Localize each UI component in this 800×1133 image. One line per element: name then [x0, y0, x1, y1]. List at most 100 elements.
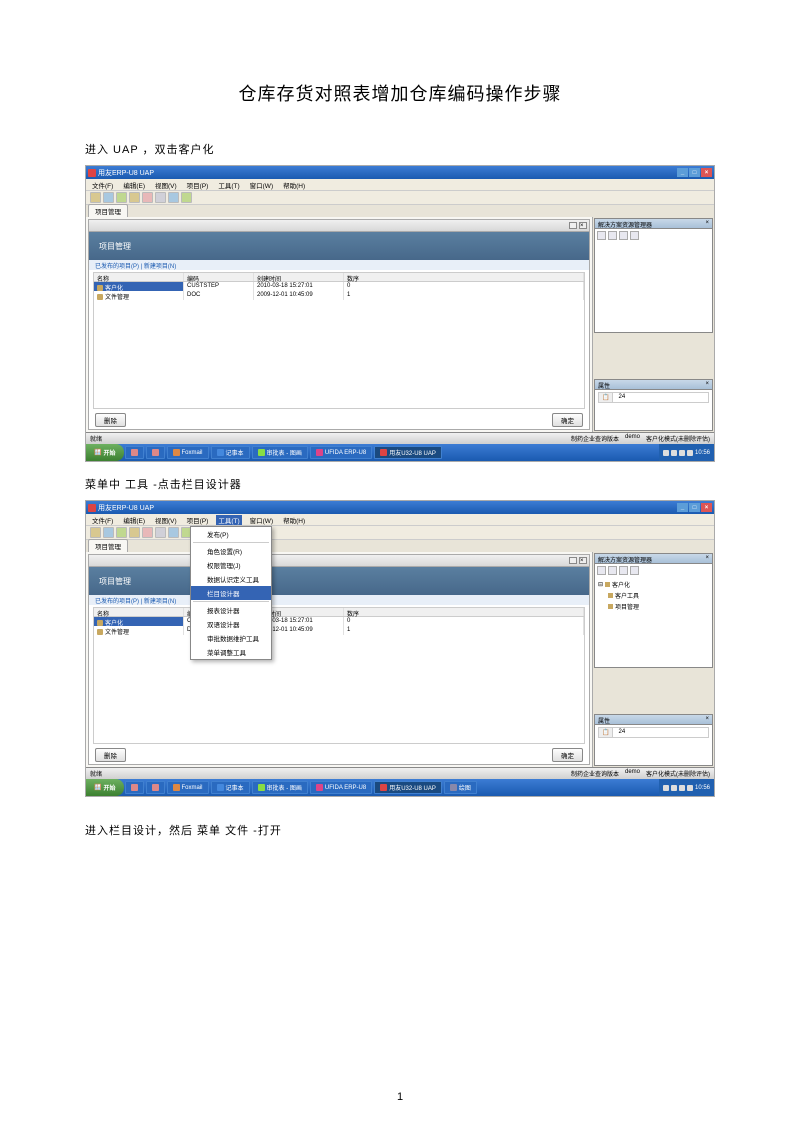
toolbar-icon[interactable]: [168, 192, 179, 203]
taskbar-item[interactable]: 绘图: [444, 781, 477, 794]
taskbar-item[interactable]: 审批表 - 图画: [252, 781, 308, 794]
taskbar-item[interactable]: 记事本: [211, 781, 250, 794]
toolbar-icon[interactable]: [155, 527, 166, 538]
start-button[interactable]: 🪟开始: [86, 779, 124, 796]
taskbar-item[interactable]: 用友U32-U8 UAP: [374, 781, 442, 794]
toolbar-icon[interactable]: [90, 527, 101, 538]
toolbar-icon[interactable]: [116, 527, 127, 538]
panel-btn[interactable]: [569, 557, 577, 564]
taskbar-item[interactable]: [146, 446, 165, 459]
menu-edit[interactable]: 编辑(E): [121, 515, 147, 525]
minimize-button[interactable]: _: [677, 503, 688, 512]
toolbar-icon[interactable]: [129, 192, 140, 203]
toolbar-icon[interactable]: [116, 192, 127, 203]
tree-item[interactable]: 客户工具: [598, 590, 709, 601]
tree-item[interactable]: 项目管理: [598, 601, 709, 612]
column-header-name[interactable]: 名称: [94, 273, 184, 281]
sidebar-tool-icon[interactable]: [597, 231, 606, 240]
dropdown-item-approval[interactable]: 审批数据维护工具: [191, 631, 271, 645]
tree-item[interactable]: ⊟客户化: [598, 579, 709, 590]
table-row[interactable]: 客户化 CUSTSTEP 2010-03-18 15:27:01 0: [94, 617, 584, 626]
dropdown-item-auth[interactable]: 权限管理(J): [191, 558, 271, 572]
menu-tools[interactable]: 工具(T): [216, 180, 241, 190]
panel-close-icon[interactable]: ×: [705, 555, 709, 562]
ok-button[interactable]: 确定: [552, 748, 583, 762]
menu-file[interactable]: 文件(F): [90, 180, 115, 190]
panel-close-icon[interactable]: ×: [579, 222, 587, 229]
taskbar-item[interactable]: 用友U32-U8 UAP: [374, 446, 442, 459]
menu-tools[interactable]: 工具(T): [216, 515, 241, 525]
taskbar-item[interactable]: UFIDA ERP-U8: [310, 446, 372, 459]
taskbar-item[interactable]: 记事本: [211, 446, 250, 459]
menu-project[interactable]: 项目(P): [185, 515, 211, 525]
menu-file[interactable]: 文件(F): [90, 515, 115, 525]
panel-btn[interactable]: [569, 222, 577, 229]
toolbar-icon[interactable]: [103, 192, 114, 203]
table-row[interactable]: 客户化 CUSTSTEP 2010-03-18 15:27:01 0: [94, 282, 584, 291]
sidebar-tool-icon[interactable]: [597, 566, 606, 575]
menu-edit[interactable]: 编辑(E): [121, 180, 147, 190]
tray-icon[interactable]: [671, 450, 677, 456]
taskbar-item[interactable]: 审批表 - 图画: [252, 446, 308, 459]
dropdown-item-bilingual[interactable]: 双语设计器: [191, 617, 271, 631]
menu-view[interactable]: 视图(V): [153, 515, 179, 525]
taskbar-item[interactable]: UFIDA ERP-U8: [310, 781, 372, 794]
start-button[interactable]: 🪟开始: [86, 444, 124, 461]
menu-help[interactable]: 帮助(H): [281, 180, 307, 190]
column-header-code[interactable]: 编码: [184, 273, 254, 281]
dropdown-item-data[interactable]: 数据认识定义工具: [191, 572, 271, 586]
toolbar-icon[interactable]: [103, 527, 114, 538]
tray-icon[interactable]: [679, 450, 685, 456]
taskbar-item[interactable]: [125, 446, 144, 459]
delete-button[interactable]: 删除: [95, 413, 126, 427]
taskbar-item[interactable]: [146, 781, 165, 794]
dropdown-item-menu-adjust[interactable]: 菜单调整工具: [191, 645, 271, 659]
menu-help[interactable]: 帮助(H): [281, 515, 307, 525]
tray-icon[interactable]: [687, 785, 693, 791]
close-button[interactable]: ×: [701, 168, 712, 177]
taskbar-item[interactable]: Foxmail: [167, 781, 209, 794]
dropdown-item-publish[interactable]: 发布(P): [191, 527, 271, 541]
menu-window[interactable]: 窗口(W): [248, 180, 275, 190]
maximize-button[interactable]: □: [689, 168, 700, 177]
panel-close-icon[interactable]: ×: [705, 220, 709, 227]
sidebar-tool-icon[interactable]: [619, 231, 628, 240]
toolbar-icon[interactable]: [142, 527, 153, 538]
sidebar-tool-icon[interactable]: [608, 231, 617, 240]
column-header-seq[interactable]: 数序: [344, 608, 584, 616]
link-row[interactable]: 已发布的项目(P) | 新建项目(N): [89, 595, 589, 605]
tray-icon[interactable]: [679, 785, 685, 791]
toolbar-icon[interactable]: [181, 192, 192, 203]
menu-view[interactable]: 视图(V): [153, 180, 179, 190]
delete-button[interactable]: 删除: [95, 748, 126, 762]
menu-project[interactable]: 项目(P): [185, 180, 211, 190]
sidebar-tool-icon[interactable]: [619, 566, 628, 575]
panel-close-icon[interactable]: ×: [579, 557, 587, 564]
menu-window[interactable]: 窗口(W): [248, 515, 275, 525]
toolbar-icon[interactable]: [168, 527, 179, 538]
tab-project-manage[interactable]: 项目管理: [88, 539, 128, 552]
column-header-time[interactable]: 创建时间: [254, 273, 344, 281]
sidebar-tool-icon[interactable]: [630, 231, 639, 240]
close-button[interactable]: ×: [701, 503, 712, 512]
maximize-button[interactable]: □: [689, 503, 700, 512]
taskbar-item[interactable]: Foxmail: [167, 446, 209, 459]
toolbar-icon[interactable]: [129, 527, 140, 538]
dropdown-item-column-designer[interactable]: 栏目设计器: [191, 586, 271, 600]
panel-close-icon[interactable]: ×: [705, 716, 709, 723]
toolbar-icon[interactable]: [142, 192, 153, 203]
tray-icon[interactable]: [687, 450, 693, 456]
tray-icon[interactable]: [663, 785, 669, 791]
taskbar-item[interactable]: [125, 781, 144, 794]
tray-icon[interactable]: [663, 450, 669, 456]
minimize-button[interactable]: _: [677, 168, 688, 177]
table-row[interactable]: 文件管理 DOC 2009-12-01 10:45:09 1: [94, 291, 584, 300]
dropdown-item-role[interactable]: 角色设置(R): [191, 544, 271, 558]
panel-close-icon[interactable]: ×: [705, 381, 709, 388]
table-row[interactable]: 文件管理 DOC 2009-12-01 10:45:09 1: [94, 626, 584, 635]
link-row[interactable]: 已发布的项目(P) | 新建项目(N): [89, 260, 589, 270]
dropdown-item-report[interactable]: 报表设计器: [191, 603, 271, 617]
sidebar-tool-icon[interactable]: [608, 566, 617, 575]
column-header-seq[interactable]: 数序: [344, 273, 584, 281]
sidebar-tool-icon[interactable]: [630, 566, 639, 575]
